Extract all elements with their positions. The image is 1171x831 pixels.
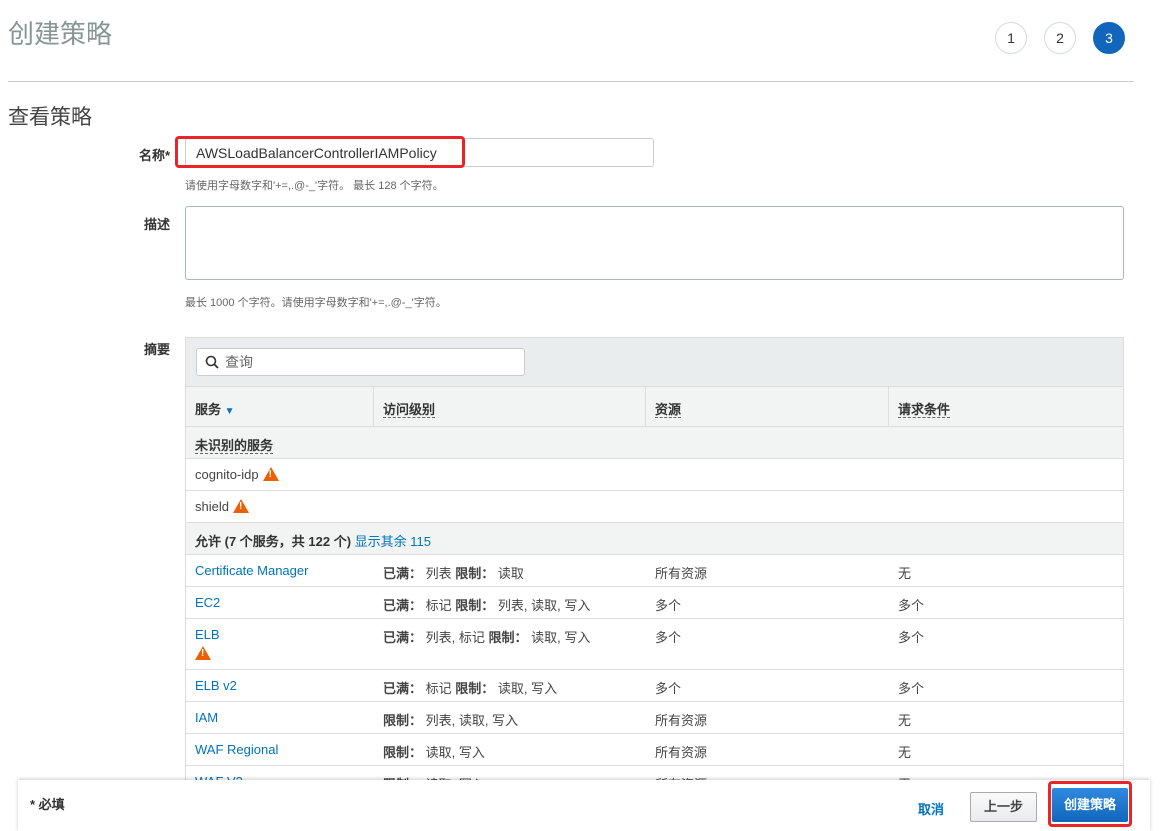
summary-label: 摘要 [143, 342, 170, 357]
column-access-level[interactable]: 访问级别 [374, 387, 646, 426]
search-input[interactable]: 查询 [196, 348, 525, 376]
table-row: ELB v2 已满： 标记 限制： 读取, 写入 多个 多个 [186, 669, 1123, 701]
condition: 无 [898, 566, 912, 581]
service-link[interactable]: EC2 [195, 595, 220, 610]
search-placeholder: 查询 [225, 354, 253, 370]
table-header: 服务 ▼ 访问级别 资源 请求条件 [186, 386, 1123, 426]
resource: 所有资源 [655, 713, 708, 728]
summary-table: 查询 服务 ▼ 访问级别 资源 请求条件 未识别的服务 cognito-idp … [185, 337, 1124, 797]
resource: 多个 [655, 630, 682, 645]
highlight-box [175, 136, 465, 168]
warning-icon [195, 646, 211, 660]
cancel-button[interactable]: 取消 [918, 799, 944, 818]
table-row: shield [186, 490, 1123, 522]
service-link[interactable]: IAM [195, 710, 218, 725]
sort-down-icon: ▼ [224, 406, 235, 417]
name-hint: 请使用字母数字和'+=,.@-_'字符。 最长 128 个字符。 [185, 180, 444, 192]
required-note: * 必填 [30, 797, 65, 812]
condition: 无 [898, 713, 912, 728]
access-level: 已满： 标记 限制： 列表, 读取, 写入 [383, 598, 591, 613]
resource: 所有资源 [655, 745, 708, 760]
footer-bar: * 必填 取消 上一步 创建策略 [18, 780, 1150, 831]
resource: 多个 [655, 598, 682, 613]
unrecognized-group-row: 未识别的服务 [186, 426, 1123, 458]
access-level: 已满： 标记 限制： 读取, 写入 [383, 681, 558, 696]
divider [8, 81, 1134, 82]
resource: 多个 [655, 681, 682, 696]
description-hint: 最长 1000 个字符。请使用字母数字和'+=,.@-_'字符。 [185, 297, 447, 309]
table-row: IAM 限制： 列表, 读取, 写入 所有资源 无 [186, 701, 1123, 733]
description-label: 描述 [143, 217, 170, 232]
access-level: 限制： 读取, 写入 [383, 745, 485, 760]
column-service[interactable]: 服务 ▼ [186, 387, 374, 426]
condition: 多个 [898, 681, 925, 696]
step-3: 3 [1093, 22, 1125, 54]
show-more-link[interactable]: 显示其余 115 [355, 534, 431, 549]
condition: 多个 [898, 630, 925, 645]
page-title: 创建策略 [8, 19, 113, 49]
step-1[interactable]: 1 [995, 22, 1027, 54]
previous-button[interactable]: 上一步 [970, 792, 1037, 822]
section-title: 查看策略 [8, 106, 92, 129]
description-textarea[interactable] [185, 206, 1124, 280]
name-label: 名称* [138, 148, 170, 163]
allow-group-row: 允许 (7 个服务，共 122 个) 显示其余 115 [186, 522, 1123, 554]
access-level: 已满： 列表 限制： 读取 [383, 566, 524, 581]
table-row: cognito-idp [186, 458, 1123, 490]
condition: 无 [898, 745, 912, 760]
highlight-box [1048, 781, 1132, 827]
column-resource[interactable]: 资源 [646, 387, 889, 426]
warning-icon [232, 499, 249, 513]
table-row: Certificate Manager 已满： 列表 限制： 读取 所有资源 无 [186, 554, 1123, 586]
step-2[interactable]: 2 [1044, 22, 1076, 54]
access-level: 已满： 列表, 标记 限制： 读取, 写入 [383, 630, 591, 645]
warning-icon [262, 467, 279, 481]
table-row: WAF Regional 限制： 读取, 写入 所有资源 无 [186, 733, 1123, 765]
service-link[interactable]: Certificate Manager [195, 563, 308, 578]
service-link[interactable]: ELB [195, 627, 220, 642]
service-link[interactable]: WAF Regional [195, 742, 278, 757]
service-link[interactable]: ELB v2 [195, 678, 237, 693]
search-icon [205, 355, 219, 369]
table-row: EC2 已满： 标记 限制： 列表, 读取, 写入 多个 多个 [186, 586, 1123, 618]
column-conditions[interactable]: 请求条件 [889, 387, 1123, 426]
table-row: ELB 已满： 列表, 标记 限制： 读取, 写入 多个 多个 [186, 618, 1123, 669]
resource: 所有资源 [655, 566, 708, 581]
access-level: 限制： 列表, 读取, 写入 [383, 713, 519, 728]
condition: 多个 [898, 598, 925, 613]
